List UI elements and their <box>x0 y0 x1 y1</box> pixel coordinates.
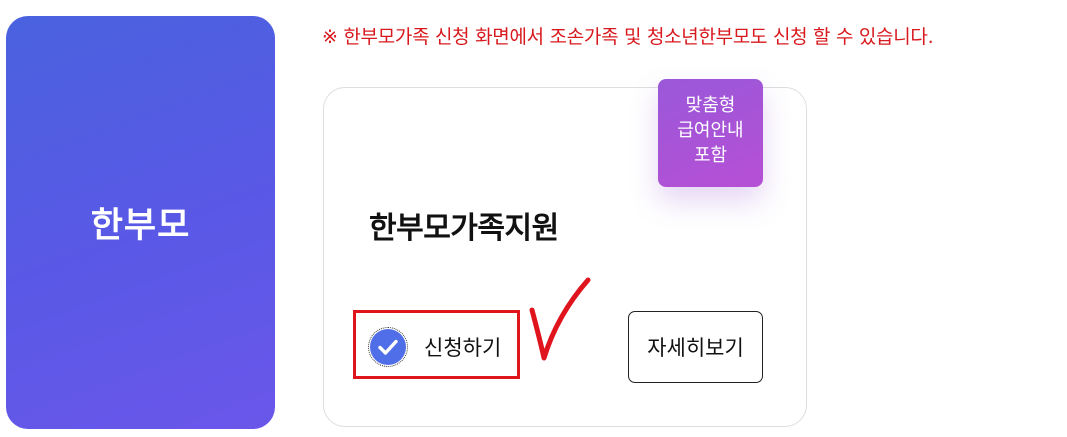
detail-button[interactable]: 자세히보기 <box>628 311 763 383</box>
badge-line-3: 포함 <box>693 145 728 166</box>
red-checkmark-annotation <box>529 277 591 361</box>
apply-label: 신청하기 <box>424 336 502 360</box>
checkmark-icon <box>378 339 398 355</box>
custom-benefit-badge: 맞춤형 급여안내 포함 <box>658 79 763 187</box>
apply-checkbox[interactable]: 신청하기 <box>353 310 520 379</box>
category-card-single-parent[interactable]: 한부모 <box>6 16 275 429</box>
notice-text: ※ 한부모가족 신청 화면에서 조손가족 및 청소년한부모도 신청 할 수 있습… <box>322 26 934 48</box>
page: 한부모 ※ 한부모가족 신청 화면에서 조손가족 및 청소년한부모도 신청 할 … <box>0 0 1067 437</box>
badge-line-2: 급여안내 <box>677 120 744 141</box>
service-title: 한부모가족지원 <box>369 211 559 246</box>
badge-line-1: 맞춤형 <box>685 95 736 116</box>
category-title: 한부모 <box>90 206 191 246</box>
check-circle-icon[interactable] <box>368 327 408 367</box>
